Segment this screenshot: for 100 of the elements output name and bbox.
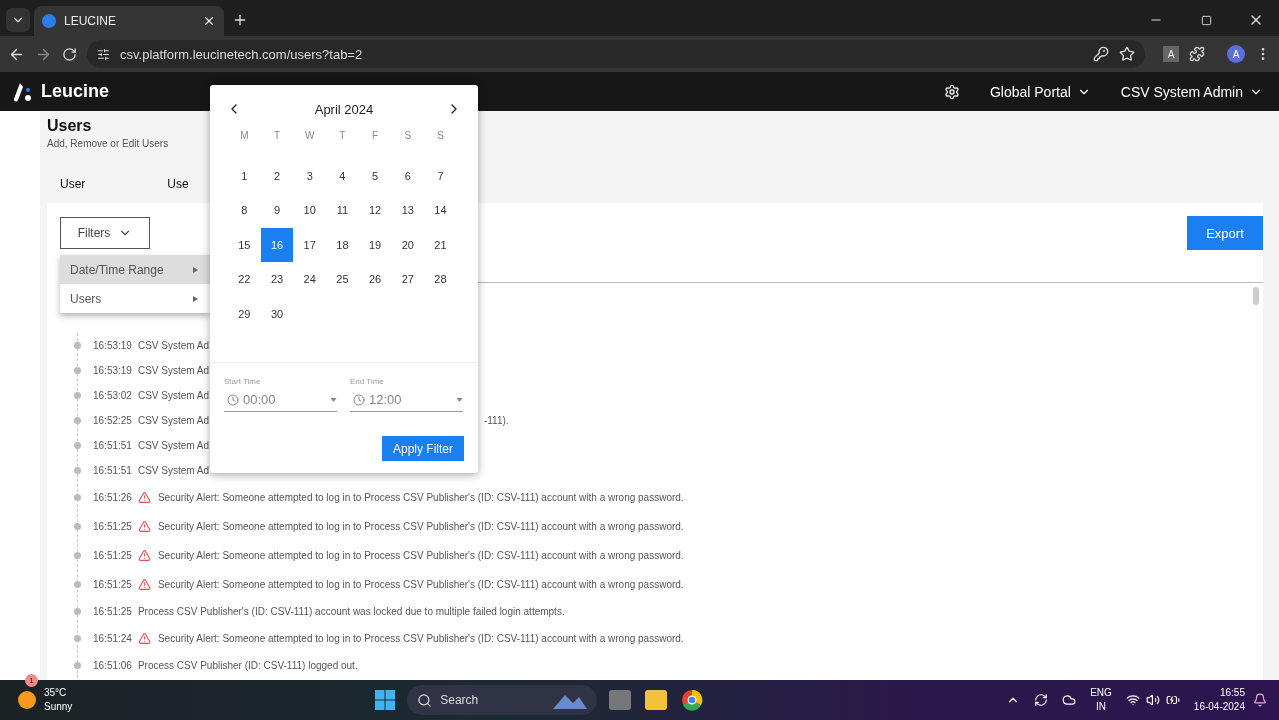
filters-button[interactable]: Filters	[60, 217, 150, 249]
scrollbar-thumb[interactable]	[1253, 287, 1259, 305]
clock[interactable]: 16:55 16-04-2024	[1193, 686, 1245, 714]
page-subtitle: Add, Remove or Edit Users	[47, 138, 169, 149]
log-time: 16:51:24	[93, 633, 132, 644]
page-title: Users	[47, 117, 92, 135]
menu-item[interactable]: Users	[60, 284, 210, 313]
timeline-dot	[74, 467, 81, 474]
submenu-arrow-icon	[193, 266, 198, 273]
close-icon[interactable]	[202, 14, 216, 28]
weekday-label: S	[436, 128, 445, 143]
calendar-day[interactable]: 11	[326, 193, 359, 228]
volume-icon[interactable]	[1145, 693, 1160, 707]
log-message: Security Alert: Someone attempted to log in to Process CSV Publisher's (ID: CSV-111) account with a wrong password.	[157, 579, 684, 590]
calendar-day[interactable]: 20	[391, 227, 425, 262]
sync-icon[interactable]	[1034, 693, 1049, 707]
log-time: 16:51:51	[93, 465, 132, 476]
timeline-dot	[74, 342, 81, 349]
calendar-day[interactable]: 6	[391, 158, 425, 193]
reload-icon[interactable]	[62, 46, 77, 62]
export-button[interactable]: Export	[1187, 216, 1263, 250]
calendar-day[interactable]: 2	[260, 158, 294, 193]
profile-avatar[interactable]: A	[1227, 45, 1245, 63]
calendar-day[interactable]: 15	[228, 227, 261, 262]
url-text: csv.platform.leucinetech.com/users?tab=2	[120, 46, 363, 62]
log-message: Process CSV Publisher's (ID: CSV-111) account was locked due to multiple failed login attempts.	[137, 606, 565, 617]
warning-icon	[137, 520, 151, 533]
log-time: 16:51:51	[93, 440, 132, 451]
start-icon[interactable]	[375, 690, 396, 710]
extension-button[interactable]: A	[1163, 46, 1179, 62]
address-bar[interactable]: csv.platform.leucinetech.com/users?tab=2	[87, 40, 1145, 68]
warning-icon	[137, 549, 151, 562]
weekday-label: T	[272, 128, 282, 143]
restore-icon	[1200, 14, 1212, 26]
calendar-day[interactable]: 23	[260, 262, 294, 297]
log-message: CSV System Ad	[137, 440, 210, 451]
site-icon	[42, 14, 56, 28]
notification-icon[interactable]	[1253, 693, 1267, 707]
calendar-day[interactable]: 30	[260, 296, 294, 331]
calendar-day[interactable]: 16	[260, 227, 294, 262]
timeline-dot	[74, 494, 81, 501]
nav-dropdown[interactable]: CSV System Admin	[1120, 83, 1243, 100]
extensions-icon[interactable]	[1189, 46, 1205, 62]
calendar-day[interactable]: 8	[228, 193, 261, 228]
cloud-icon[interactable]	[1062, 693, 1077, 707]
calendar-day[interactable]: 3	[293, 158, 327, 193]
calendar-day[interactable]: 22	[228, 262, 261, 297]
search-icon	[417, 692, 433, 708]
star-icon[interactable]	[1119, 46, 1135, 62]
wifi-icon[interactable]	[1125, 693, 1140, 707]
calendar-day[interactable]: 29	[228, 296, 261, 331]
calendar-day[interactable]: 28	[424, 262, 457, 297]
log-message: CSV System Ad	[137, 465, 210, 476]
taskbar-search[interactable]: Search	[407, 685, 598, 715]
calendar-day[interactable]: 27	[391, 262, 425, 297]
calendar-day[interactable]: 12	[358, 193, 392, 228]
timeline-dot	[74, 662, 81, 669]
calendar-day[interactable]: 19	[358, 227, 392, 262]
page-tab[interactable]: User	[60, 177, 86, 191]
calendar-day[interactable]: 9	[260, 193, 294, 228]
warning-icon	[137, 632, 151, 645]
calendar-day[interactable]: 13	[391, 193, 425, 228]
apply-filter-button[interactable]: Apply Filter	[382, 436, 464, 461]
log-time: 16:52:25	[93, 415, 132, 426]
time-value: 12:00	[369, 392, 402, 407]
calendar-day[interactable]: 10	[293, 193, 327, 228]
timeline-dot	[74, 417, 81, 424]
clock-icon	[227, 393, 239, 406]
warning-icon	[137, 578, 151, 591]
menu-item[interactable]: Date/Time Range	[60, 255, 210, 284]
calendar-day[interactable]: 5	[358, 158, 392, 193]
calendar-day[interactable]: 21	[424, 227, 457, 262]
language-indicator[interactable]: ENG IN	[1090, 686, 1112, 714]
log-message: CSV System Ad	[137, 340, 210, 351]
time-select[interactable]: End Time 12:00	[350, 377, 463, 412]
calendar-day[interactable]: 7	[424, 158, 457, 193]
nav-dropdown[interactable]: Global Portal	[989, 83, 1071, 100]
calendar-day[interactable]: 4	[326, 158, 359, 193]
calendar-day[interactable]: 24	[293, 262, 327, 297]
calendar-day[interactable]: 17	[293, 227, 327, 262]
log-time: 16:51:06	[93, 660, 132, 671]
key-icon[interactable]	[1093, 46, 1109, 62]
calendar-day[interactable]: 1	[228, 158, 261, 193]
log-message: CSV System Ad	[137, 365, 210, 376]
browser-icon[interactable]	[681, 689, 704, 711]
field-label: Start Time	[224, 377, 262, 386]
calendar-day[interactable]: 18	[326, 227, 359, 262]
browser-tab[interactable]: LEUCINE	[34, 6, 224, 36]
settings-icon[interactable]	[943, 83, 960, 100]
calendar-day[interactable]: 14	[424, 193, 457, 228]
tab-list-button[interactable]	[6, 8, 30, 32]
calendar-day[interactable]: 26	[358, 262, 392, 297]
log-time: 16:53:19	[93, 340, 132, 351]
page-tab[interactable]: Use	[167, 177, 189, 191]
time-select[interactable]: Start Time 00:00	[224, 377, 337, 412]
battery-icon[interactable]	[1165, 693, 1180, 707]
temperature: 35°C	[44, 686, 67, 700]
weekday-label: T	[338, 128, 347, 143]
weather-icon[interactable]	[18, 691, 36, 709]
calendar-day[interactable]: 25	[326, 262, 359, 297]
